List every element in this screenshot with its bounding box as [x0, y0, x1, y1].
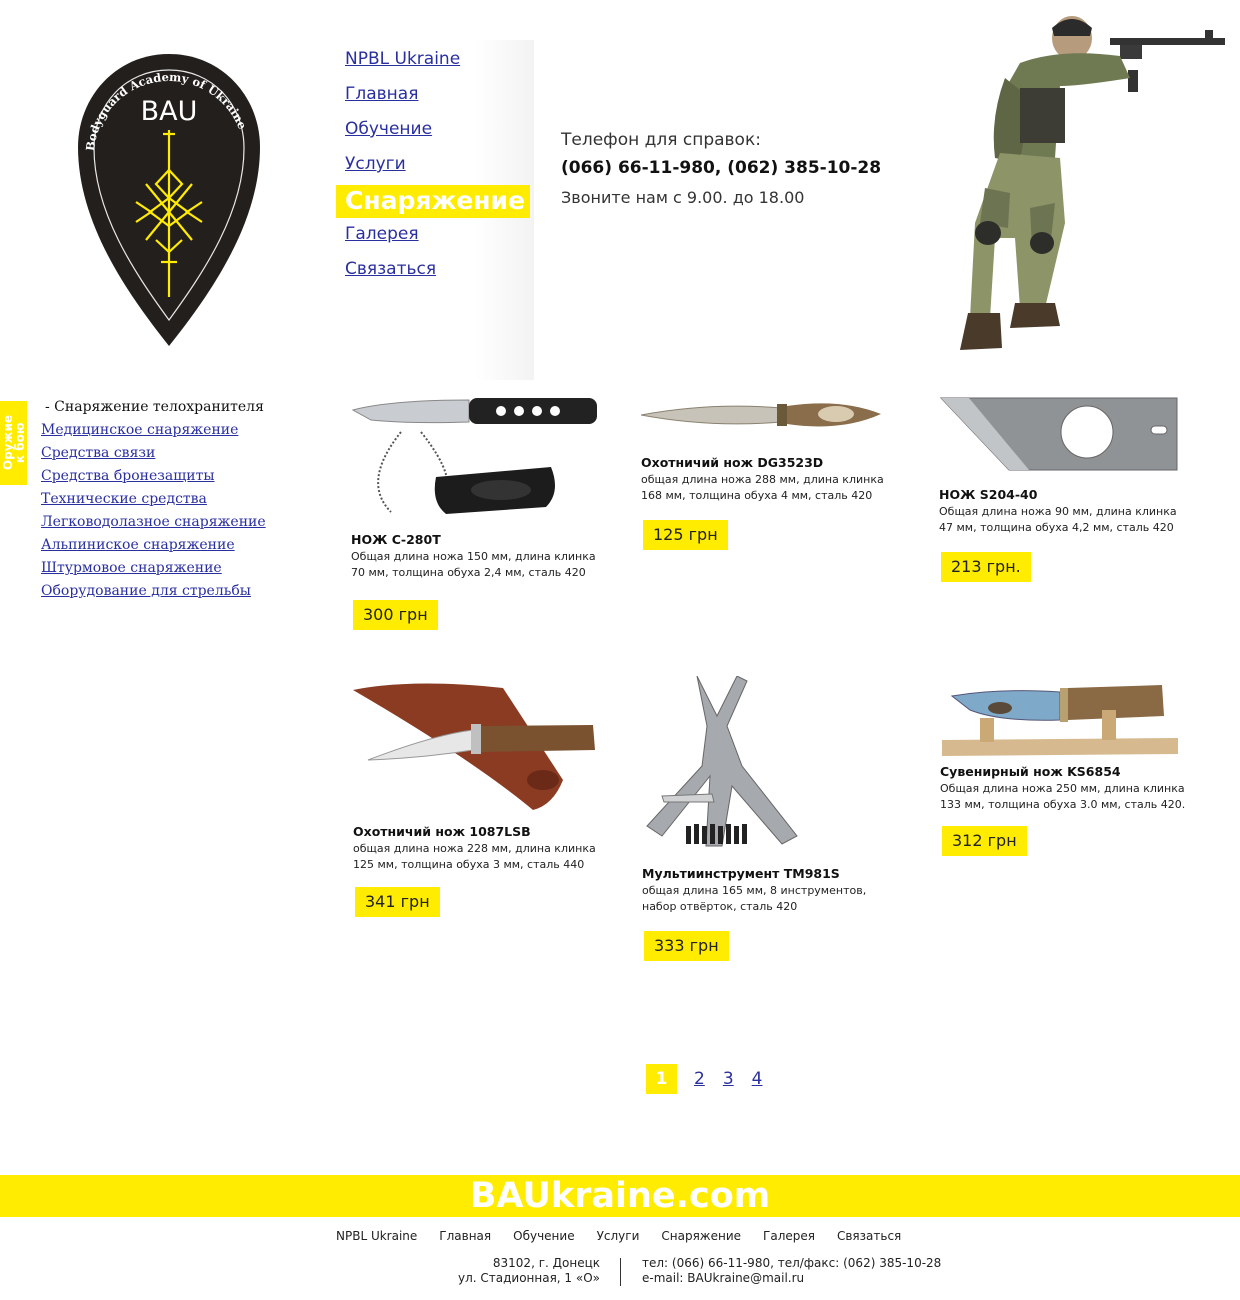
page-2[interactable]: 2	[694, 1069, 705, 1089]
address-line-2: ул. Стадионная, 1 «О»	[457, 1271, 600, 1285]
product-price: 333 грн	[644, 931, 729, 961]
soldier-image	[960, 16, 1225, 350]
product-name[interactable]: НОЖ С-280Т	[351, 532, 441, 547]
category-assault[interactable]: Штурмовое снаряжение	[41, 559, 301, 582]
product-card: НОЖ S204-40 Общая длина ножа 90 мм, длин…	[939, 392, 1189, 592]
phone-label: Телефон для справок:	[561, 130, 761, 150]
footer-email: e-mail: BAUkraine@mail.ru	[642, 1271, 805, 1285]
product-description: общая длина ножа 288 мм, длина клинка 16…	[641, 473, 884, 502]
product-description: общая длина 165 мм, 8 инструментов, набо…	[642, 884, 867, 913]
category-medical[interactable]: Медицинское снаряжение	[41, 421, 301, 444]
footer-nav: NPBL Ukraine Главная Обучение Услуги Сна…	[336, 1229, 923, 1243]
product-card: Охотничий нож DG3523D общая длина ножа 2…	[641, 392, 891, 552]
product-price: 125 грн	[643, 520, 728, 550]
footer-nav-npbl[interactable]: NPBL Ukraine	[336, 1229, 417, 1243]
footer-phones: тел: (066) 66-11-980, тел/факс: (062) 38…	[642, 1256, 942, 1270]
weapons-side-tab[interactable]: Оружие к бою	[0, 401, 27, 485]
dagger-knife-image[interactable]	[641, 392, 891, 442]
hunting-knife-image[interactable]	[353, 680, 603, 815]
category-armor[interactable]: Средства бронезащиты	[41, 467, 301, 490]
category-diving[interactable]: Легководолазное снаряжение	[41, 513, 301, 536]
product-name[interactable]: Охотничий нож DG3523D	[641, 455, 823, 470]
address-line-1: 83102, г. Донецк	[492, 1256, 600, 1270]
nav-equipment[interactable]: Снаряжение	[336, 185, 530, 218]
category-shooting[interactable]: Оборудование для стрельбы	[41, 582, 301, 605]
footer-contacts: тел: (066) 66-11-980, тел/факс: (062) 38…	[642, 1256, 941, 1286]
product-price: 312 грн	[942, 826, 1027, 856]
product-name[interactable]: Сувенирный нож KS6854	[940, 764, 1121, 779]
multitool-image[interactable]	[642, 676, 892, 856]
product-price: 300 грн	[353, 600, 438, 630]
product-name[interactable]: НОЖ S204-40	[939, 487, 1037, 502]
phone-numbers: (066) 66-11-980, (062) 385-10-28	[561, 158, 882, 178]
product-description: Общая длина ножа 90 мм, длина клинка 47 …	[939, 505, 1177, 534]
product-description: общая длина ножа 228 мм, длина клинка 12…	[353, 842, 596, 871]
footer-nav-home[interactable]: Главная	[439, 1229, 491, 1243]
main-nav: NPBL Ukraine Главная Обучение Услуги Сна…	[336, 46, 535, 291]
category-communications[interactable]: Средства связи	[41, 444, 301, 467]
product-card: Сувенирный нож KS6854 Общая длина ножа 2…	[940, 680, 1190, 860]
page-3[interactable]: 3	[723, 1069, 734, 1089]
footer-nav-equipment[interactable]: Снаряжение	[661, 1229, 741, 1243]
nav-contact[interactable]: Связаться	[345, 256, 535, 291]
footer-nav-services[interactable]: Услуги	[597, 1229, 640, 1243]
footer-nav-contact[interactable]: Связаться	[837, 1229, 901, 1243]
product-description: Общая длина ножа 150 мм, длина клинка 70…	[351, 550, 596, 579]
nav-gallery[interactable]: Галерея	[345, 221, 535, 256]
bau-logo[interactable]: Bodyguard Academy of Ukraine BAU	[76, 52, 262, 348]
footer-divider	[620, 1258, 621, 1286]
nav-services[interactable]: Услуги	[345, 151, 535, 186]
tanto-knife-image[interactable]	[939, 392, 1189, 476]
footer-site-banner[interactable]: BAUkraine.com	[0, 1175, 1240, 1217]
category-climbing[interactable]: Альпинискoе снаряжение	[41, 536, 301, 559]
product-name[interactable]: Мультиинструмент ТМ981S	[642, 866, 840, 881]
side-tab-label: Оружие к бою	[0, 415, 27, 471]
category-menu: - Снаряжение телохранителя Медицинское с…	[41, 398, 301, 605]
footer-address: 83102, г. Донецк ул. Стадионная, 1 «О»	[440, 1256, 600, 1286]
product-card: Охотничий нож 1087LSB общая длина ножа 2…	[353, 680, 603, 920]
product-card: НОЖ С-280Т Общая длина ножа 150 мм, длин…	[351, 392, 601, 642]
product-card: Мультиинструмент ТМ981S общая длина 165 …	[642, 676, 892, 966]
product-name[interactable]: Охотничий нож 1087LSB	[353, 824, 531, 839]
page-4[interactable]: 4	[752, 1069, 763, 1089]
current-category: - Снаряжение телохранителя	[45, 399, 264, 415]
neck-knife-image[interactable]	[351, 392, 601, 522]
category-technical[interactable]: Технические средства	[41, 490, 301, 513]
souvenir-knife-image[interactable]	[940, 680, 1190, 758]
logo-text: BAU	[141, 96, 198, 127]
nav-home[interactable]: Главная	[345, 81, 535, 116]
product-description: Общая длина ножа 250 мм, длина клинка 13…	[940, 782, 1186, 811]
page-1[interactable]: 1	[646, 1064, 677, 1094]
footer-nav-training[interactable]: Обучение	[513, 1229, 574, 1243]
working-hours: Звоните нам с 9.00. до 18.00	[561, 188, 805, 207]
product-price: 213 грн.	[941, 552, 1031, 582]
nav-training[interactable]: Обучение	[345, 116, 535, 151]
nav-npbl[interactable]: NPBL Ukraine	[345, 46, 535, 81]
footer-nav-gallery[interactable]: Галерея	[763, 1229, 815, 1243]
product-price: 341 грн	[355, 887, 440, 917]
contact-info: Телефон для справок: (066) 66-11-980, (0…	[561, 130, 921, 207]
pagination: 1 2 3 4	[646, 1064, 780, 1094]
